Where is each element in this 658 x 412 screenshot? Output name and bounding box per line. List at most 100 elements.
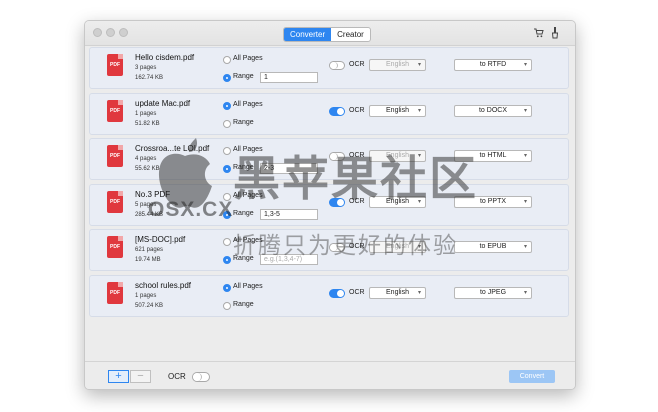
format-select[interactable]: to JPEG ▾ xyxy=(454,287,532,299)
format-select[interactable]: to PPTX ▾ xyxy=(454,196,532,208)
zoom-window-button[interactable] xyxy=(119,28,128,37)
page-count: 5 pages xyxy=(135,202,157,208)
all-pages-label: All Pages xyxy=(233,55,263,62)
page-count: 621 pages xyxy=(135,247,164,253)
language-select[interactable]: English ▾ xyxy=(369,287,426,299)
language-select[interactable]: English ▾ xyxy=(369,241,426,253)
minimize-window-button[interactable] xyxy=(106,28,115,37)
file-name: [MS-DOC].pdf xyxy=(135,235,186,244)
language-select[interactable]: English ▾ xyxy=(369,59,426,71)
ocr-toggle[interactable] xyxy=(329,243,345,252)
chevron-down-icon: ▾ xyxy=(523,108,527,114)
global-ocr-toggle[interactable] xyxy=(192,372,210,382)
file-row[interactable]: PDF [MS-DOC].pdf 621 pages 19.74 MB All Page… xyxy=(89,229,569,271)
ocr-toggle[interactable] xyxy=(329,198,345,207)
pdf-file-icon: PDF xyxy=(107,145,123,167)
app-window: Converter Creator PDF Hello cisdem.pdf 3 p… xyxy=(84,20,576,390)
range-radio[interactable] xyxy=(223,302,231,310)
range-input[interactable]: 2-3 xyxy=(260,163,318,174)
chevron-down-icon: ▾ xyxy=(417,153,421,159)
format-select[interactable]: to DOCX ▾ xyxy=(454,105,532,117)
range-input[interactable]: 1 xyxy=(260,72,318,83)
ocr-toggle[interactable] xyxy=(329,289,345,298)
page-count: 3 pages xyxy=(135,65,157,71)
language-select[interactable]: English ▾ xyxy=(369,150,426,162)
all-pages-label: All Pages xyxy=(233,146,263,153)
global-ocr-label: OCR xyxy=(168,372,186,381)
tab-converter[interactable]: Converter xyxy=(284,28,332,41)
ocr-label: OCR xyxy=(349,152,365,159)
file-size: 285.44 KB xyxy=(135,212,164,218)
file-row[interactable]: PDF No.3 PDF 5 pages 285.44 KB All Pages Rang… xyxy=(89,184,569,226)
chevron-down-icon: ▾ xyxy=(523,199,527,205)
all-pages-radio[interactable] xyxy=(223,102,231,110)
add-file-button[interactable]: + xyxy=(108,370,129,383)
chevron-down-icon: ▾ xyxy=(417,290,421,296)
all-pages-radio[interactable] xyxy=(223,193,231,201)
file-row[interactable]: PDF Crossroa...te LOI.pdf 4 pages 55.62 KB A… xyxy=(89,138,569,180)
file-size: 162.74 KB xyxy=(135,75,164,81)
all-pages-radio[interactable] xyxy=(223,56,231,64)
range-radio[interactable] xyxy=(223,256,231,264)
range-radio[interactable] xyxy=(223,120,231,128)
format-value: to EPUB xyxy=(479,243,507,250)
tab-creator[interactable]: Creator xyxy=(331,28,370,41)
file-size: 19.74 MB xyxy=(135,257,161,263)
all-pages-label: All Pages xyxy=(233,283,263,290)
file-name: Crossroa...te LOI.pdf xyxy=(135,144,210,153)
format-select[interactable]: to EPUB ▾ xyxy=(454,241,532,253)
range-radio[interactable] xyxy=(223,211,231,219)
ocr-toggle[interactable] xyxy=(329,152,345,161)
brush-icon[interactable] xyxy=(551,27,559,39)
all-pages-label: All Pages xyxy=(233,101,263,108)
chevron-down-icon: ▾ xyxy=(417,62,421,68)
file-size: 507.24 KB xyxy=(135,303,164,309)
ocr-label: OCR xyxy=(349,61,365,68)
file-row[interactable]: PDF update Mac.pdf 1 pages 51.82 KB All Page… xyxy=(89,93,569,135)
chevron-down-icon: ▾ xyxy=(523,153,527,159)
ocr-label: OCR xyxy=(349,289,365,296)
pdf-file-icon: PDF xyxy=(107,54,123,76)
range-radio[interactable] xyxy=(223,165,231,173)
all-pages-label: All Pages xyxy=(233,192,263,199)
language-select[interactable]: English ▾ xyxy=(369,196,426,208)
file-row[interactable]: PDF Hello cisdem.pdf 3 pages 162.74 KB All P… xyxy=(89,47,569,89)
all-pages-radio[interactable] xyxy=(223,238,231,246)
language-select[interactable]: English ▾ xyxy=(369,105,426,117)
file-name: Hello cisdem.pdf xyxy=(135,53,195,62)
all-pages-radio[interactable] xyxy=(223,147,231,155)
page-count: 1 pages xyxy=(135,293,157,299)
ocr-toggle[interactable] xyxy=(329,61,345,70)
language-value: English xyxy=(386,61,409,68)
language-value: English xyxy=(386,198,409,205)
page-count: 4 pages xyxy=(135,156,157,162)
file-row[interactable]: PDF school rules.pdf 1 pages 507.24 KB All P… xyxy=(89,275,569,317)
range-label: Range xyxy=(233,301,254,308)
language-value: English xyxy=(386,107,409,114)
file-name: update Mac.pdf xyxy=(135,99,191,108)
all-pages-radio[interactable] xyxy=(223,284,231,292)
range-label: Range xyxy=(233,255,254,262)
format-select[interactable]: to HTML ▾ xyxy=(454,150,532,162)
pdf-file-icon: PDF xyxy=(107,236,123,258)
file-size: 51.82 KB xyxy=(135,121,160,127)
chevron-down-icon: ▾ xyxy=(523,62,527,68)
cart-icon[interactable] xyxy=(534,28,544,38)
close-window-button[interactable] xyxy=(93,28,102,37)
ocr-label: OCR xyxy=(349,243,365,250)
bottom-toolbar: + − OCR Convert xyxy=(85,361,575,389)
ocr-label: OCR xyxy=(349,198,365,205)
range-input[interactable]: 1,3-5 xyxy=(260,209,318,220)
ocr-label: OCR xyxy=(349,107,365,114)
convert-button[interactable]: Convert xyxy=(509,370,555,383)
format-value: to HTML xyxy=(479,152,507,159)
mode-segmented-control: Converter Creator xyxy=(283,27,371,42)
file-name: school rules.pdf xyxy=(135,281,192,290)
remove-file-button[interactable]: − xyxy=(130,370,151,383)
ocr-toggle[interactable] xyxy=(329,107,345,116)
range-label: Range xyxy=(233,210,254,217)
range-input[interactable]: e.g.(1,3,4-7) xyxy=(260,254,318,265)
file-list: PDF Hello cisdem.pdf 3 pages 162.74 KB All P… xyxy=(87,47,573,337)
format-select[interactable]: to RTFD ▾ xyxy=(454,59,532,71)
range-radio[interactable] xyxy=(223,74,231,82)
